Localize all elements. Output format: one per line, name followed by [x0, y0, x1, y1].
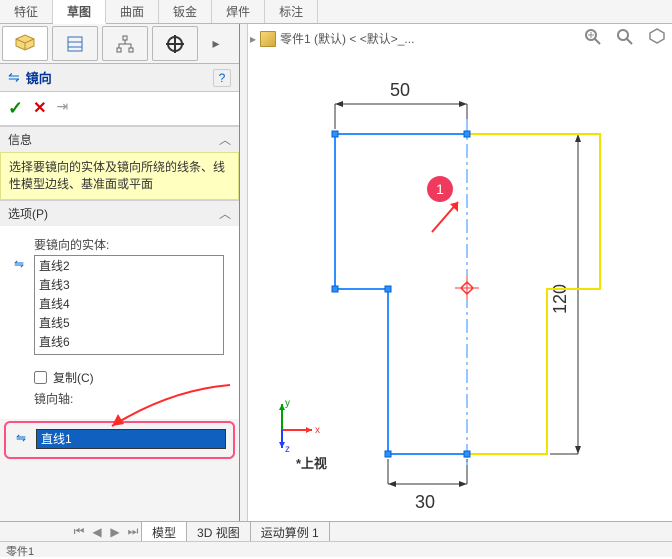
tab-annotation[interactable]: 标注 [265, 0, 318, 23]
status-bar: 零件1 [0, 541, 672, 557]
mirror-axis-icon: ⇋ [16, 431, 26, 445]
copy-checkbox[interactable] [34, 371, 47, 384]
document-tabs: ⏮ ◀ ▶ ⏭ 模型 3D 视图 运动算例 1 [0, 521, 672, 541]
feature-tree-tabs: ▸ [0, 24, 239, 64]
svg-text:30: 30 [415, 492, 435, 512]
list-item[interactable]: 直线5 [35, 313, 223, 332]
section-info: 信息 ︿ 选择要镜向的实体及镜向所绕的线条、线性模型边线、基准面或平面 [0, 126, 239, 200]
section-info-title: 信息 [8, 131, 32, 148]
sketch-points [332, 131, 470, 457]
tab-nav-prev[interactable]: ◀ [88, 525, 106, 539]
tree-tab-dimxpert[interactable] [152, 26, 198, 61]
tab-weldment[interactable]: 焊件 [212, 0, 265, 23]
doc-tab-3dview[interactable]: 3D 视图 [186, 521, 251, 543]
tab-surface[interactable]: 曲面 [106, 0, 159, 23]
sketch-origin-icon [455, 276, 479, 300]
doc-tab-motion[interactable]: 运动算例 1 [250, 521, 330, 543]
tree-tab-config[interactable] [102, 26, 148, 61]
entities-listbox[interactable]: 直线2 直线3 直线4 直线5 直线6 [34, 255, 224, 355]
tree-tab-more[interactable]: ▸ [202, 26, 230, 61]
graphics-area[interactable]: ▸ 零件1 (默认) < <默认>_... 50 120 [240, 24, 672, 528]
pm-pin-button[interactable]: ⇥ [57, 98, 69, 119]
target-icon [165, 34, 185, 54]
command-manager-tabs: 特征 草图 曲面 钣金 焊件 标注 [0, 0, 672, 24]
svg-text:y: y [285, 398, 290, 409]
svg-text:z: z [285, 444, 290, 455]
chevron-up-icon: ︿ [219, 131, 231, 148]
axis-input[interactable] [36, 429, 226, 449]
cube-icon [12, 32, 38, 56]
entities-label: 要镜向的实体: [34, 236, 229, 253]
list-item[interactable]: 直线4 [35, 294, 223, 313]
tab-nav-first[interactable]: ⏮ [70, 524, 88, 539]
annotation-badge: 1 [427, 176, 453, 202]
tab-features[interactable]: 特征 [0, 0, 53, 23]
tab-sketch[interactable]: 草图 [53, 0, 106, 24]
pm-cancel-button[interactable]: ✕ [33, 98, 46, 119]
axis-highlight: ⇋ [4, 421, 235, 459]
list-icon [65, 34, 85, 54]
orientation-triad[interactable]: x y z [268, 396, 328, 456]
dimension-top[interactable]: 50 [335, 80, 467, 129]
tree-tab-property[interactable] [52, 26, 98, 61]
annotation-arrow [432, 202, 458, 232]
list-item[interactable]: 直线6 [35, 332, 223, 351]
tab-sheetmetal[interactable]: 钣金 [159, 0, 212, 23]
pm-header: ⇋ 镜向 ? [0, 64, 239, 92]
tree-tab-feature[interactable] [2, 26, 48, 61]
section-options-title: 选项(P) [8, 205, 48, 222]
mirror-icon: ⇋ [8, 69, 20, 86]
dimension-right[interactable]: 120 [550, 134, 581, 454]
svg-text:50: 50 [390, 80, 410, 100]
copy-label: 复制(C) [53, 369, 94, 386]
section-options-header[interactable]: 选项(P) ︿ [0, 201, 239, 226]
help-button[interactable]: ? [213, 69, 231, 87]
mirror-preview [467, 134, 600, 454]
svg-text:x: x [315, 425, 320, 436]
doc-tab-model[interactable]: 模型 [141, 521, 187, 543]
list-item[interactable]: 直线3 [35, 275, 223, 294]
chevron-right-icon: ▸ [212, 35, 219, 52]
dimension-bottom[interactable]: 30 [388, 459, 467, 512]
section-options: 选项(P) ︿ 要镜向的实体: ⇋ 直线2 直线3 直线4 直线5 直线6 复制… [0, 200, 239, 463]
hierarchy-icon [115, 34, 135, 54]
tab-nav-last[interactable]: ⏭ [124, 524, 142, 539]
list-item[interactable]: 直线2 [35, 256, 223, 275]
property-manager-panel: ▸ ⇋ 镜向 ? ✓ ✕ ⇥ 信息 ︿ 选择要镜向的实体及镜向所绕的线条、线性模… [0, 24, 240, 528]
section-info-header[interactable]: 信息 ︿ [0, 127, 239, 152]
status-text: 零件1 [6, 546, 34, 558]
svg-text:1: 1 [436, 181, 444, 197]
chevron-up-icon: ︿ [219, 205, 231, 222]
pm-action-bar: ✓ ✕ ⇥ [0, 92, 239, 126]
axis-label: 镜向轴: [34, 390, 229, 407]
tab-nav-next[interactable]: ▶ [106, 525, 124, 539]
pm-ok-button[interactable]: ✓ [8, 98, 23, 119]
info-message: 选择要镜向的实体及镜向所绕的线条、线性模型边线、基准面或平面 [0, 152, 239, 200]
pm-title: 镜向 [26, 68, 52, 87]
mirror-entities-icon: ⇋ [14, 257, 24, 271]
